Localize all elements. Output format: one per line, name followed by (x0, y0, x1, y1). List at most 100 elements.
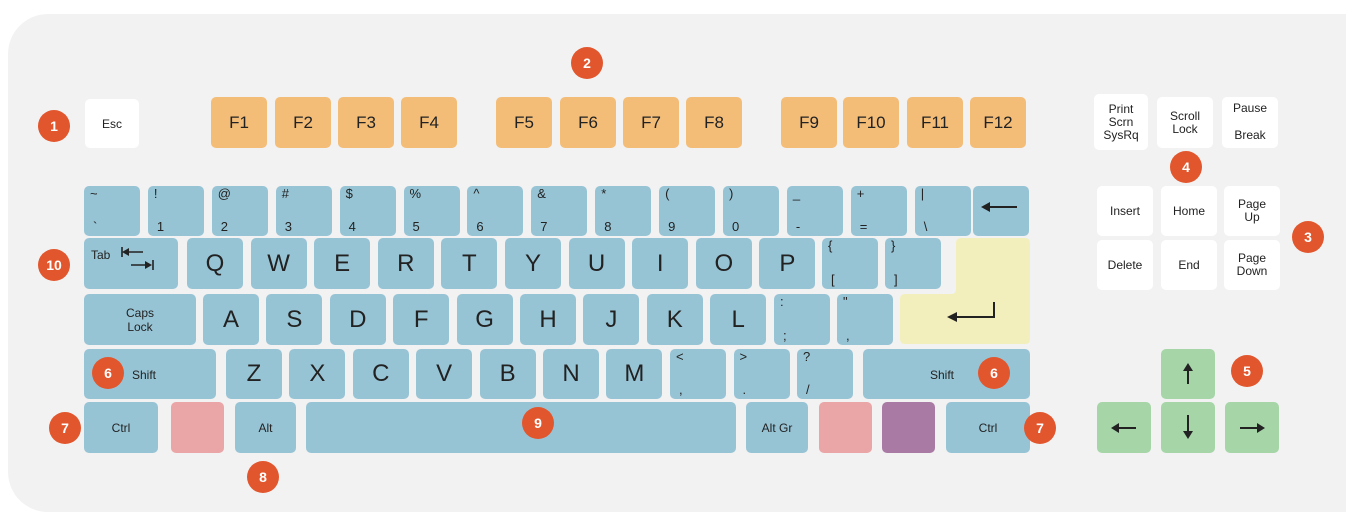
key-number-9[interactable]: (9 (659, 186, 716, 236)
key-right-ctrl[interactable]: Ctrl (946, 402, 1030, 453)
key-v[interactable]: V (416, 349, 473, 399)
key-f1-label: F1 (229, 112, 249, 132)
key-alt[interactable]: Alt (235, 402, 296, 453)
key-c[interactable]: C (352, 349, 409, 399)
key-punct-0[interactable]: :; (774, 294, 830, 345)
key-insert[interactable]: Insert (1097, 186, 1153, 236)
key-number-10[interactable]: ) 0 (723, 186, 779, 236)
key-number-5-shift-label: % (409, 186, 422, 201)
key-number-7[interactable]: & 7 (531, 186, 588, 236)
key-bracket-0-label: [ (831, 272, 835, 287)
key-f4[interactable]: F4 (401, 97, 457, 148)
key-enter[interactable] (900, 238, 1030, 344)
key-z[interactable]: Z (226, 349, 282, 399)
key-home[interactable]: Home (1161, 186, 1217, 236)
key-a[interactable]: A (203, 294, 259, 345)
key-w[interactable]: W (250, 238, 307, 289)
key-u[interactable]: U (568, 238, 625, 289)
key-f[interactable]: F (393, 294, 450, 345)
key-v-label: V (436, 360, 453, 387)
key-bracket-0[interactable]: {[ (822, 238, 878, 289)
key-m[interactable]: M (606, 349, 663, 399)
key-number-8[interactable]: * 8 (595, 186, 652, 236)
key-o[interactable]: O (695, 238, 752, 289)
key-number-13-shift-label: | (920, 186, 925, 201)
key-backspace[interactable] (973, 186, 1029, 236)
key-shift-symbol-0-label: , (679, 382, 683, 397)
key-number-11[interactable]: _ - (786, 186, 843, 236)
key-page-up-label: Page Up (1237, 197, 1267, 224)
key-f6[interactable]: F6 (560, 97, 616, 148)
key-left-ctrl[interactable]: Ctrl (84, 402, 158, 453)
key-shift-symbol-2[interactable]: ? / (797, 349, 853, 399)
key-spacebar[interactable] (306, 402, 736, 453)
key-page-up[interactable]: Page Up (1224, 186, 1280, 236)
badge-5-label: 5 (1243, 363, 1251, 379)
key-s[interactable]: S (266, 294, 323, 345)
key-arrow-down[interactable] (1161, 402, 1215, 453)
key-scroll-lock[interactable]: Scroll Lock (1157, 97, 1213, 148)
key-right-windows[interactable] (819, 402, 872, 453)
key-f7-label: F7 (641, 112, 661, 132)
key-f5[interactable]: F5 (496, 97, 552, 148)
key-q[interactable]: Q (187, 238, 243, 289)
key-number-9-label: 9 (668, 219, 676, 234)
badge-4-label: 4 (1182, 159, 1190, 175)
key-r[interactable]: R (377, 238, 434, 289)
key-punct-1-label: , (846, 328, 850, 343)
key-delete[interactable]: Delete (1097, 240, 1153, 290)
key-print-screen[interactable]: Print Scrn SysRq (1094, 94, 1148, 150)
key-esc[interactable]: Esc (85, 99, 139, 148)
key-number-13[interactable]: | \ (914, 186, 971, 236)
key-f12[interactable]: F12 (970, 97, 1026, 148)
key-d-label: D (349, 305, 367, 333)
key-f7[interactable]: F7 (623, 97, 679, 148)
key-tab[interactable]: Tab (84, 238, 178, 289)
key-end[interactable]: End (1161, 240, 1217, 290)
key-f1[interactable]: F1 (211, 97, 267, 148)
key-number-4[interactable]: $4 (339, 186, 396, 236)
key-number-2[interactable]: @2 (211, 186, 268, 236)
key-h[interactable]: H (520, 294, 576, 345)
key-number-5[interactable]: % 5 (403, 186, 460, 236)
key-f3[interactable]: F3 (338, 97, 394, 148)
key-x[interactable]: X (289, 349, 346, 399)
key-number-6[interactable]: ^ 6 (467, 186, 524, 236)
key-menu[interactable] (882, 402, 935, 453)
key-number-1[interactable]: ! 1 (147, 186, 204, 236)
key-d[interactable]: D (329, 294, 386, 345)
key-g[interactable]: G (456, 294, 513, 345)
key-arrow-right[interactable] (1225, 402, 1279, 453)
key-f10[interactable]: F10 (843, 97, 899, 148)
key-page-down[interactable]: Page Down (1224, 240, 1280, 290)
key-number-0[interactable]: ~ ` (84, 186, 140, 236)
key-e[interactable]: E (314, 238, 371, 289)
key-caps-lock[interactable]: Caps Lock (84, 294, 196, 345)
key-arrow-up[interactable] (1161, 349, 1215, 399)
key-j[interactable]: J (583, 294, 640, 345)
key-y[interactable]: Y (505, 238, 561, 289)
key-arrow-left[interactable] (1097, 402, 1151, 453)
key-f6-label: F6 (578, 112, 598, 132)
key-f11[interactable]: F11 (907, 97, 963, 148)
key-alt-gr[interactable]: Alt Gr (746, 402, 808, 453)
key-punct-1[interactable]: ", (837, 294, 893, 345)
key-f8[interactable]: F8 (686, 97, 742, 148)
key-shift-symbol-1[interactable]: >. (733, 349, 790, 399)
key-f9[interactable]: F9 (781, 97, 837, 148)
key-b[interactable]: B (479, 349, 536, 399)
key-shift-symbol-0[interactable]: <, (670, 349, 726, 399)
key-pause-break[interactable]: Pause Break (1222, 97, 1278, 148)
key-i[interactable]: I (632, 238, 689, 289)
key-f2[interactable]: F2 (275, 97, 331, 148)
key-t[interactable]: T (441, 238, 498, 289)
key-p[interactable]: P (759, 238, 816, 289)
key-number-4-shift-label: $ (345, 186, 353, 201)
key-number-12[interactable]: + = (850, 186, 907, 236)
key-number-3[interactable]: #3 (275, 186, 332, 236)
key-n[interactable]: N (543, 349, 599, 399)
badge-2: 2 (571, 47, 603, 79)
key-k[interactable]: K (646, 294, 703, 345)
key-l[interactable]: L (710, 294, 767, 345)
key-left-windows[interactable] (171, 402, 224, 453)
